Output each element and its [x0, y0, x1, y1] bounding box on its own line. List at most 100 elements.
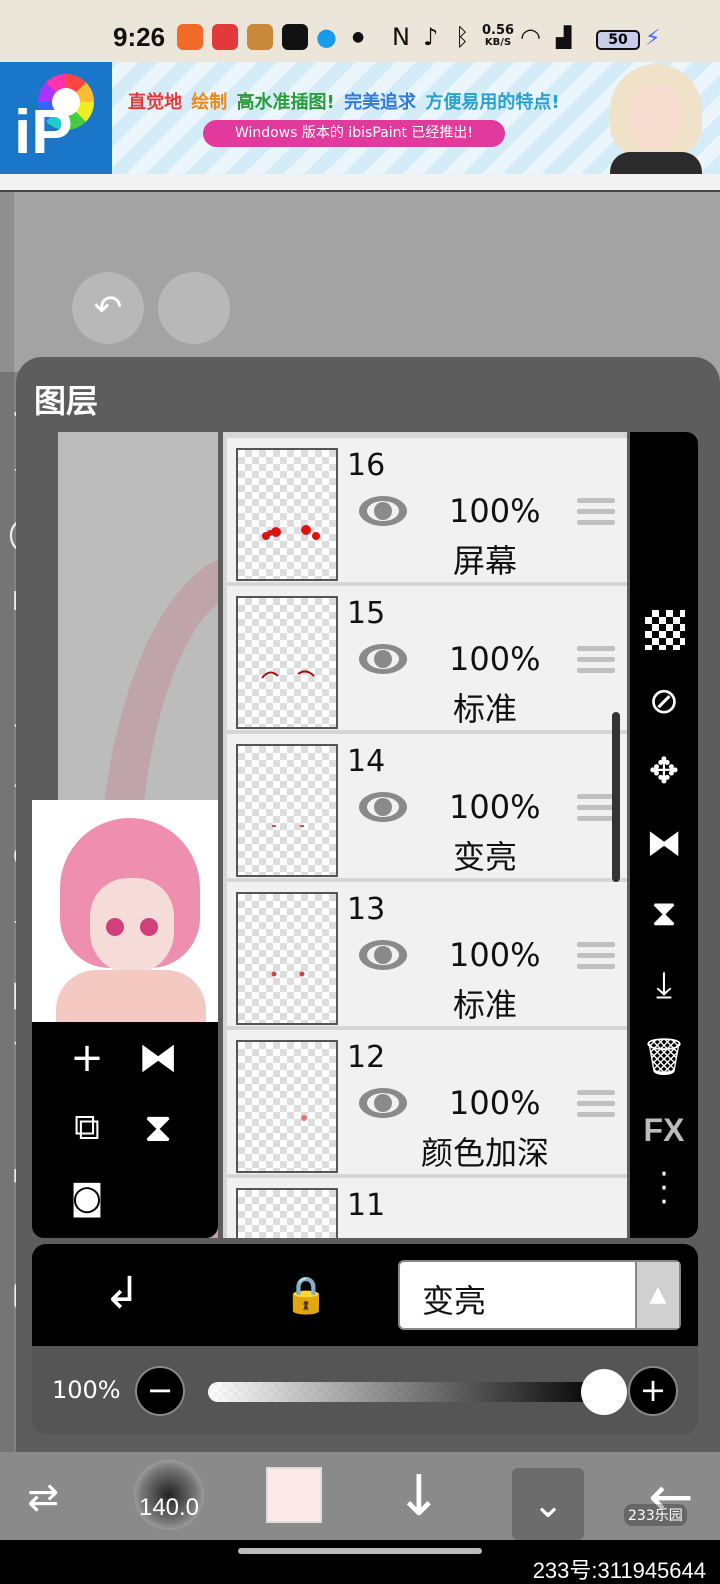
move-layer-icon[interactable]: ✥	[640, 748, 688, 796]
thumbnail-eye	[140, 918, 158, 936]
layer-row[interactable]: 15 100% 标准	[227, 586, 627, 730]
thumbnail-eye	[106, 918, 124, 936]
layer-thumbnail	[236, 744, 338, 877]
layer-blend-mode: 标准	[452, 690, 517, 728]
merge-down-icon[interactable]: ⤓	[640, 962, 688, 1010]
flip-vertical-icon[interactable]: ⧗	[640, 890, 688, 938]
layer-thumbnail	[236, 596, 338, 729]
home-indicator[interactable]	[238, 1548, 482, 1554]
flip-horizontal-icon[interactable]: ⧓	[134, 1034, 182, 1082]
logo-letters: iP	[14, 98, 73, 167]
alpha-lock-icon[interactable]: 🔒	[276, 1266, 336, 1326]
eye-icon[interactable]	[357, 790, 409, 824]
layer-blend-mode: 标准	[452, 986, 517, 1024]
clipping-icon[interactable]: ↲	[92, 1264, 152, 1324]
layer-row[interactable]: 16 100% 屏幕	[227, 438, 627, 582]
eye-icon[interactable]	[357, 1086, 409, 1120]
drag-handle-icon[interactable]	[577, 498, 615, 528]
opacity-increase-button[interactable]: +	[628, 1366, 678, 1416]
canvas-thumbnail[interactable]	[32, 800, 218, 1022]
layer-content	[261, 670, 315, 679]
ad-headline-part: 绘制	[191, 92, 228, 113]
layer-blend-mode: 颜色加深	[420, 1134, 549, 1172]
illustration-shirt	[610, 152, 702, 174]
layer-opacity: 100%	[449, 936, 541, 974]
blend-mode-select[interactable]: 变亮 ▲	[398, 1260, 681, 1330]
thumbnail-clothes	[56, 970, 206, 1022]
delete-layer-icon[interactable]: 🗑	[640, 1034, 688, 1082]
ad-headline-part: 直觉地	[128, 92, 182, 113]
duplicate-layer-icon[interactable]: ⧉	[63, 1104, 111, 1152]
panel-title: 图层	[34, 382, 99, 420]
layer-number: 13	[347, 892, 386, 927]
network-speed: 0.56 KB/S	[482, 23, 515, 49]
collapse-panel-button[interactable]: ⌄	[512, 1468, 584, 1540]
watermark-id: 233号:311945644	[532, 1558, 706, 1583]
layer-list[interactable]: 16 100% 屏幕 15 100% 标准 14 100% 变亮 13 100%…	[223, 432, 627, 1238]
layer-number: 16	[347, 448, 386, 483]
net-speed-unit: KB/S	[484, 37, 512, 48]
fx-icon[interactable]: FX	[638, 1112, 690, 1149]
swap-tool-icon[interactable]: ⇄	[8, 1462, 78, 1532]
wifi-icon: ◠	[520, 23, 541, 51]
illustration-face	[630, 84, 682, 150]
signal-icon: ▟	[556, 25, 572, 49]
dot-icon: ●	[352, 29, 365, 45]
opacity-decrease-button[interactable]: −	[135, 1366, 185, 1416]
layer-opacity: 100%	[449, 1084, 541, 1122]
battery-icon: 50	[596, 30, 640, 50]
layer-content	[262, 525, 320, 540]
qq-icon: ●	[316, 23, 337, 51]
ad-headline-part: 高水准插图!	[236, 92, 335, 113]
layer-row[interactable]: 11	[227, 1178, 627, 1238]
flip-vertical-icon[interactable]: ⧗	[134, 1104, 182, 1152]
more-options-icon[interactable]: · · ·	[640, 1160, 688, 1218]
layer-row[interactable]: 13 100% 标准	[227, 882, 627, 1026]
bluetooth-icon: ᛒ	[455, 23, 470, 51]
status-bar: 9:26 ● ● N ♪ ᛒ 0.56 KB/S ◠ ▟ 50 ⚡	[0, 0, 720, 62]
drag-handle-icon[interactable]	[577, 1090, 615, 1120]
mute-bell-icon: ♪	[423, 23, 439, 51]
layer-number: 15	[347, 596, 386, 631]
layer-blend-mode: 变亮	[452, 838, 517, 876]
brush-size-value: 140.0	[138, 1494, 200, 1521]
menu-button[interactable]	[158, 272, 230, 344]
drag-handle-icon[interactable]	[577, 646, 615, 676]
undo-button[interactable]: ↶	[72, 272, 144, 344]
camera-icon[interactable]: ◙	[63, 1174, 111, 1222]
layer-number: 14	[347, 744, 386, 779]
layer-number: 11	[347, 1188, 386, 1223]
layer-opacity: 100%	[449, 788, 541, 826]
layer-content	[271, 971, 305, 977]
blend-mode-value: 变亮	[422, 1282, 487, 1320]
layer-thumbnail	[236, 1188, 338, 1238]
eye-icon[interactable]	[357, 494, 409, 528]
transparent-fill-icon[interactable]	[645, 610, 685, 650]
flip-horizontal-icon[interactable]: ⧓	[640, 820, 688, 868]
eye-icon[interactable]	[357, 938, 409, 972]
ad-banner[interactable]: iP 直觉地 绘制 高水准插图! 完美追求 方便易用的特点! Windows 版…	[0, 62, 720, 174]
ad-headline-part: 完美追求	[344, 92, 417, 113]
layer-number: 12	[347, 1040, 386, 1075]
drag-handle-icon[interactable]	[577, 794, 615, 824]
opacity-slider-knob[interactable]	[581, 1369, 627, 1415]
layer-opacity: 100%	[449, 492, 541, 530]
drag-handle-icon[interactable]	[577, 942, 615, 972]
dropdown-arrow-icon[interactable]: ▲	[635, 1262, 679, 1328]
layer-list-scrollbar[interactable]	[612, 712, 620, 882]
ad-headline: 直觉地 绘制 高水准插图! 完美追求 方便易用的特点!	[128, 88, 563, 114]
arrow-down-icon[interactable]: ↓	[384, 1462, 454, 1532]
layer-content	[272, 825, 304, 827]
layer-content	[301, 1115, 307, 1121]
layer-opacity: 100%	[449, 640, 541, 678]
clear-layer-icon[interactable]: ⊘	[640, 678, 688, 726]
ad-divider	[0, 174, 720, 192]
layer-row[interactable]: 12 100% 颜色加深	[227, 1030, 627, 1174]
layer-row[interactable]: 14 100% 变亮	[227, 734, 627, 878]
eye-icon[interactable]	[357, 642, 409, 676]
add-layer-icon[interactable]: +	[63, 1034, 111, 1082]
color-swatch[interactable]	[266, 1467, 322, 1523]
opacity-slider-track[interactable]	[208, 1382, 604, 1402]
net-speed-value: 0.56	[482, 23, 515, 38]
status-time: 9:26	[113, 22, 166, 52]
